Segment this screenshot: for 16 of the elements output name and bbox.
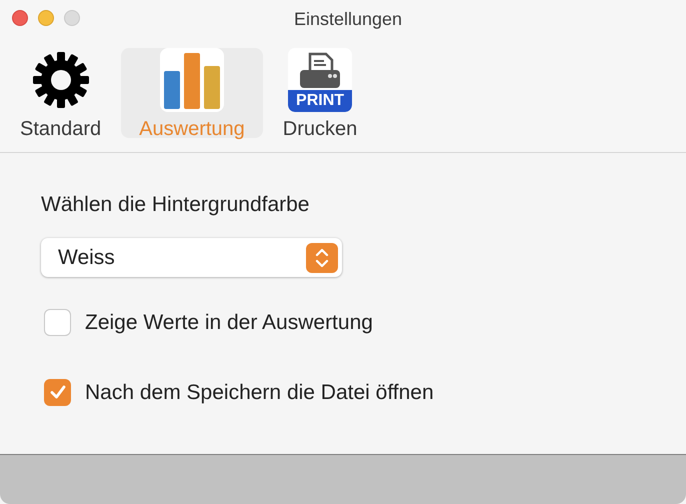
color-popup[interactable]: Weiss xyxy=(41,238,342,277)
window-title: Einstellungen xyxy=(294,8,402,31)
close-button[interactable] xyxy=(12,10,28,26)
checkbox-label: Nach dem Speichern die Datei öffnen xyxy=(85,380,434,406)
printer-icon: PRINT xyxy=(288,48,352,112)
checkbox[interactable] xyxy=(44,378,71,406)
bar-chart-icon xyxy=(160,48,224,112)
section-heading: Wählen die Hintergrundfarbe xyxy=(41,192,310,218)
zoom-button[interactable] xyxy=(64,10,80,26)
checkmark-icon xyxy=(48,383,66,402)
checkbox-label: Zeige Werte in der Auswertung xyxy=(85,310,373,336)
checkbox[interactable] xyxy=(44,309,71,336)
stepper-icon xyxy=(306,242,338,272)
minimize-button[interactable] xyxy=(38,10,54,26)
toolbar-tab[interactable]: PRINT Drucken xyxy=(274,48,366,138)
toolbar-tab[interactable]: Standard xyxy=(12,48,110,138)
